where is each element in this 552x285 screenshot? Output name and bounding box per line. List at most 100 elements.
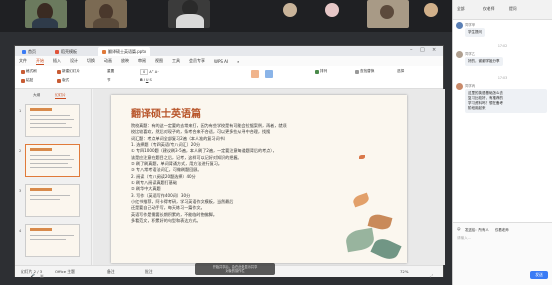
thumb-number: 1 [19,109,22,113]
message-bubble: 这里的英语基础怎么去 复习比较好，有推荐的 学习资料吗？想在备考 阶段用起来 [465,89,547,113]
notes-toggle[interactable]: 备注 [107,269,115,275]
avatar [456,83,463,90]
chat-option[interactable]: 发送给：所有人 [465,227,489,232]
emoji-icon[interactable]: ☺ [457,227,461,231]
minimize-icon[interactable]: – [410,47,413,53]
reset-button[interactable]: 重置 [107,69,114,74]
tab-slides[interactable]: 幻灯片 [55,93,66,99]
participant-body [93,18,119,28]
menu-wps-ai[interactable]: WPS AI [214,59,228,64]
chat-option[interactable]: 仅看老师 [495,227,509,232]
current-slide[interactable]: 翻译硕士英语篇 院校真题：有的这一定要的去常来打，因为有些学校是有可能会拉锯案例… [111,95,407,263]
tab-template[interactable]: 稻壳模板 [51,47,81,56]
participant-body [176,14,204,28]
tab-home[interactable]: 首页 [18,47,40,56]
video-tile-3[interactable] [168,0,210,28]
section-button[interactable]: 节 [107,78,111,83]
chat-tab[interactable]: 全部 [457,6,465,12]
menu-view[interactable]: 视图 [155,58,163,64]
thumb-title-bar [30,188,52,191]
new-slide-button[interactable]: 新建幻灯片 [57,69,80,74]
chat-tab[interactable]: 仅老师 [483,6,494,12]
paste-button[interactable]: 粘贴 [21,78,33,83]
ppt-icon [102,49,106,54]
thumb-line [30,163,68,165]
find-icon [355,69,359,74]
menu-bar: 文件 开始 插入 设计 切换 动画 放映 审阅 视图 工具 会员专享 WPS A… [15,56,443,66]
tab-outline[interactable]: 大纲 [33,93,40,98]
layout-button[interactable]: 版式 [57,78,69,83]
video-tile-1[interactable] [25,0,67,28]
close-icon[interactable]: × [432,47,436,53]
maximize-icon[interactable]: □ [420,47,425,53]
thumb-line [30,235,74,237]
comment-toggle[interactable]: 批注 [145,269,153,275]
thumb-line [30,195,70,197]
slide-body: 院校真题：有的这一定要的去常来打，因为有些学校是有可能会拉锯案例，再者，就须 校… [131,123,341,225]
fullscreen-icon[interactable]: ⤢ [430,273,433,278]
brush-icon [21,69,25,74]
avatar[interactable] [283,3,297,17]
thumb-title-bar [30,108,52,111]
menu-tools[interactable]: 工具 [172,58,180,64]
search-icon[interactable]: ⌕ [237,59,239,64]
thumb-line [30,119,74,121]
arrange-button[interactable]: 排列 [315,69,327,74]
textbox-icon[interactable] [251,70,259,78]
select-button[interactable]: 选择 [397,69,404,74]
message-bubble: 好的，谢谢学姐分享 [465,57,503,66]
menu-review[interactable]: 审阅 [138,58,146,64]
tab-document[interactable]: 翻译硕士英语篇.pptx [98,47,151,56]
slide-title: 翻译硕士英语篇 [131,109,201,120]
avatar [456,22,463,29]
slide-thumbnail-selected[interactable] [25,144,80,177]
video-tile-2[interactable] [85,0,127,28]
thumb-number: 2 [19,149,22,153]
avatar[interactable] [325,3,339,17]
message-time: 17:02 [497,44,508,48]
ribbon: 格式刷 粘贴 新建幻灯片 版式 重置 节 0 A⁺ A⁻ B I U S 排列 查… [15,66,443,89]
participant-face [380,5,394,19]
slide-thumbnail[interactable] [25,104,80,137]
menu-file[interactable]: 文件 [19,58,27,64]
menu-design[interactable]: 设计 [70,58,78,64]
thumb-number: 3 [19,189,22,193]
zoom-level[interactable]: 72% [400,269,408,274]
font-style-group[interactable]: B I U S [140,78,152,82]
menu-slideshow[interactable]: 放映 [121,58,129,64]
message-sender: 同学乙 [465,52,476,56]
menu-member[interactable]: 会员专享 [189,58,205,64]
theme-name: Office 主题 [55,269,75,274]
chat-input[interactable]: 请输入... [457,236,471,241]
thumb-line [30,115,70,117]
camera-icon[interactable]: ▣ [40,273,44,278]
tab-bar: 首页 稻壳模板 翻译硕士英语篇.pptx – □ × [15,46,443,56]
chat-tab[interactable]: 提问 [509,6,517,12]
menu-animation[interactable]: 动画 [104,58,112,64]
menu-insert[interactable]: 插入 [53,58,61,64]
thumb-title-bar [30,228,52,231]
shape-icon[interactable] [265,70,273,78]
send-button[interactable]: 发送 [530,271,548,279]
font-size-select[interactable]: 0 A⁺ A⁻ [140,69,159,75]
menu-transition[interactable]: 切换 [87,58,95,64]
slide-thumbnail[interactable] [25,184,80,217]
clipboard-icon [21,78,25,83]
thumb-line [30,199,60,201]
thumb-line [30,155,70,157]
slide-thumbnail[interactable] [25,224,80,257]
chat-composer: ☺ 发送给：所有人 仅看老师 请输入... 发送 [453,222,552,285]
slide-icon [57,69,61,74]
avatar[interactable] [424,3,438,17]
mic-icon[interactable]: 🎤 [30,273,35,278]
thumb-line [30,159,74,161]
message-time: 17:03 [497,76,508,80]
find-replace-button[interactable]: 查找替换 [355,69,374,74]
format-painter-button[interactable]: 格式刷 [21,69,37,74]
video-tile-4[interactable] [367,0,409,28]
slide-line: 多看范文，积累好的句型和表达方式。 [131,218,201,224]
avatar [456,51,463,58]
menu-start[interactable]: 开始 [36,58,44,65]
message-bubble: 学生提问 [465,28,485,37]
template-icon [55,49,59,54]
